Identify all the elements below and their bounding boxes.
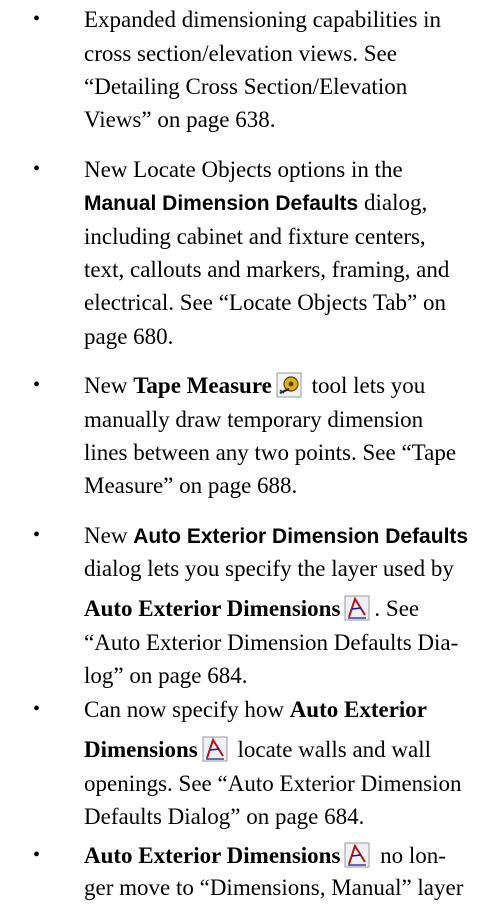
text-line: Dimensions locate walls and wall [84,733,431,766]
text-line: New Locate Objects options in the [84,157,403,182]
text-line: Auto Exterior Dimensions . See [84,592,419,625]
text-run: locate walls and wall [231,737,432,762]
text-line: New Tape Measure tool lets you [84,369,425,402]
text-line: Auto Exterior Dimensions no lon- [84,839,446,872]
bullet-marker: • [33,158,41,180]
text-line: Defaults Dialog” on page 684. [84,804,365,829]
tape-measure-icon [276,372,302,398]
text-line: dialog lets you specify the layer used b… [84,556,454,581]
text-line: electrical. See “Locate Objects Tab” on [84,290,446,315]
bullet-marker: • [33,844,41,866]
text-line: “Detailing Cross Section/Elevation [84,74,408,99]
tool-name: Auto Exterior [289,697,428,722]
text-line: New Auto Exterior Dimension Defaults [84,519,468,553]
text-run: New [84,523,134,548]
tool-name: Auto Exterior Dimensions [84,596,341,621]
text-run: dialog, [358,190,428,215]
auto-exterior-dimensions-icon [202,736,228,762]
dialog-name: Auto Exterior Dimension Defaults [133,525,469,548]
tool-name: Dimensions [84,737,198,762]
bullet-marker: • [33,698,41,720]
text-run: Can now specify how [84,697,290,722]
text-run: New [84,373,134,398]
text-line: ger move to “Dimensions, Manual” layer [84,875,464,900]
document-page: • Expanded dimensioning capabilities in … [0,0,500,904]
text-run: tool lets you [305,373,426,398]
text-line: Expanded dimensioning capabilities in [84,7,442,32]
text-line: cross section/elevation views. See [84,41,397,66]
text-line: “Auto Exterior Dimension Defaults Dia- [84,630,459,655]
text-line: manually draw temporary dimension [84,407,424,432]
text-line: openings. See “Auto Exterior Dimension [84,771,462,796]
text-run: no lon- [374,843,446,868]
text-run: . See [374,596,420,621]
tool-name: Auto Exterior Dimensions [84,843,341,868]
text-line: lines between any two points. See “Tape [84,440,457,465]
tool-name: Tape Measure [133,373,272,398]
text-line: Can now specify how Auto Exterior [84,693,427,726]
bullet-marker: • [33,374,41,396]
auto-exterior-dimensions-icon [344,595,370,621]
dialog-name: Manual Dimension Defaults [84,192,359,215]
text-line: Views” on page 638. [84,107,276,132]
text-line: text, callouts and markers, framing, and [84,257,450,282]
text-line: log” on page 684. [84,663,248,688]
text-line: page 680. [84,324,174,349]
text-line: Measure” on page 688. [84,473,298,498]
bullet-marker: • [33,524,41,546]
text-line: Manual Dimension Defaults dialog, [84,186,427,220]
text-line: including cabinet and fixture centers, [84,224,426,249]
bullet-marker: • [33,8,41,30]
auto-exterior-dimensions-icon [344,842,370,868]
